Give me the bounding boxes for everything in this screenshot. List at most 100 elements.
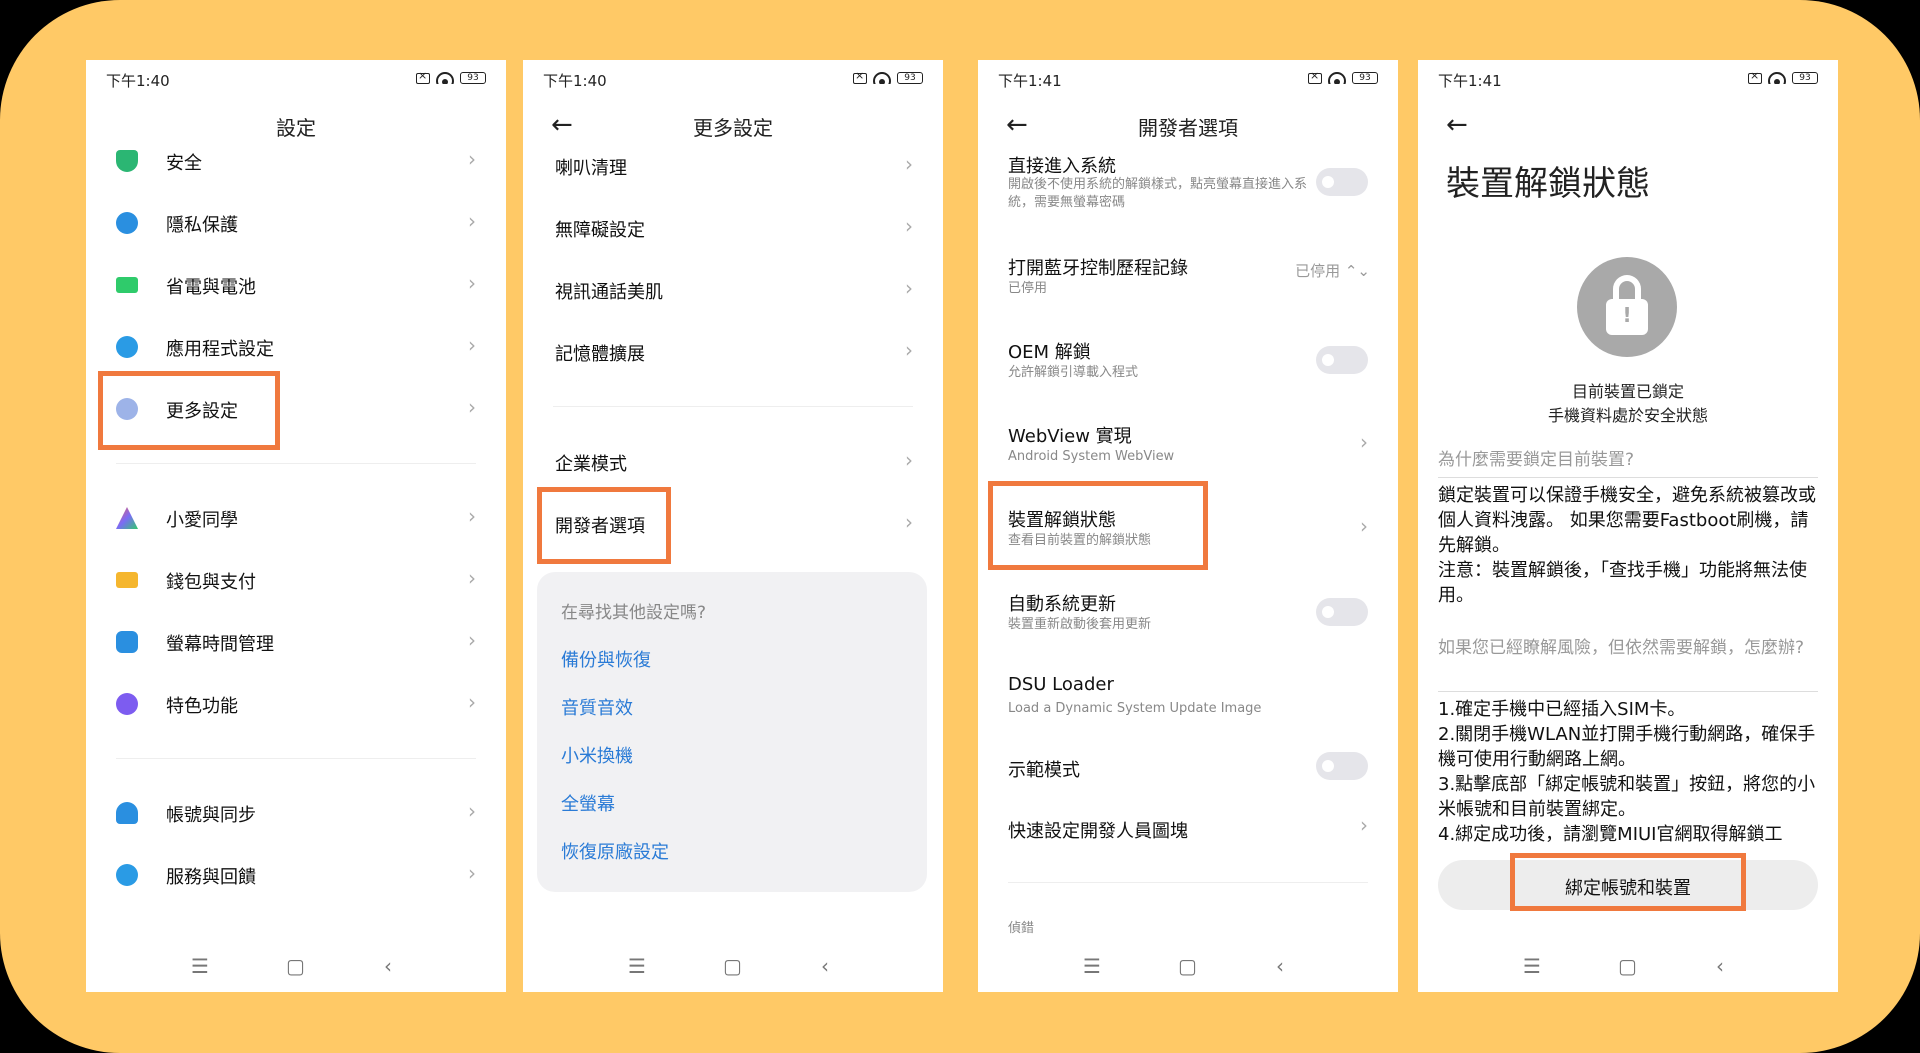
back-icon[interactable]: ‹ bbox=[1716, 954, 1724, 978]
wifi-icon bbox=[436, 72, 454, 84]
more-item-label: 無障礙設定 bbox=[555, 220, 645, 241]
more-item-enterprise[interactable]: 企業模式 › bbox=[523, 438, 943, 486]
dev-item-direct-boot[interactable]: 直接進入系統 開啟後不使用系統的解鎖樣式，點亮螢幕直接進入系統，需要無螢幕密碼 bbox=[978, 152, 1398, 222]
settings-item-privacy[interactable]: 隱私保護 › bbox=[86, 199, 506, 247]
title-bar: ← 更多設定 bbox=[523, 106, 943, 146]
settings-item-screen-time[interactable]: 螢幕時間管理 › bbox=[86, 618, 506, 666]
battery-icon bbox=[116, 277, 138, 293]
suggest-link-fullscreen[interactable]: 全螢幕 bbox=[561, 790, 615, 816]
suggest-link-factory-reset[interactable]: 恢復原廠設定 bbox=[561, 838, 669, 864]
step-3: 3.點擊底部「綁定帳號和裝置」按鈕，將您的小米帳號和目前裝置綁定。 bbox=[1438, 774, 1816, 820]
toggle-switch[interactable] bbox=[1316, 598, 1368, 626]
home-icon[interactable]: ▢ bbox=[286, 954, 305, 978]
chevron-right-icon: › bbox=[1360, 514, 1368, 538]
dev-item-auto-update[interactable]: 自動系統更新 裝置重新啟動後套用更新 bbox=[978, 590, 1398, 646]
menu-icon[interactable]: ☰ bbox=[1523, 954, 1541, 978]
more-item-memory-extension[interactable]: 記憶體擴展 › bbox=[523, 328, 943, 376]
chevron-right-icon: › bbox=[468, 690, 476, 714]
dev-item-quick-tiles[interactable]: 快速設定開發人員圖塊 › bbox=[978, 813, 1398, 857]
dev-item-bluetooth-log[interactable]: 打開藍牙控制歷程記錄 已停用 已停用 ⌃⌄ bbox=[978, 254, 1398, 310]
dev-item-subtitle: 允許解鎖引導載入程式 bbox=[1008, 365, 1139, 380]
dev-item-webview[interactable]: WebView 實現 Android System WebView › bbox=[978, 422, 1398, 478]
highlight-box bbox=[1510, 853, 1746, 911]
more-item-label: 記憶體擴展 bbox=[555, 344, 645, 365]
settings-item-wallet[interactable]: 錢包與支付 › bbox=[86, 556, 506, 604]
hourglass-icon bbox=[116, 631, 138, 653]
home-icon[interactable]: ▢ bbox=[723, 954, 742, 978]
status-bar: 下午1:41 93 bbox=[1418, 69, 1838, 92]
toggle-switch[interactable] bbox=[1316, 346, 1368, 374]
assistant-icon bbox=[116, 507, 138, 529]
dev-item-title: DSU Loader bbox=[1008, 674, 1114, 695]
toggle-switch[interactable] bbox=[1316, 168, 1368, 196]
back-icon[interactable]: ‹ bbox=[821, 954, 829, 978]
dev-item-title: 自動系統更新 bbox=[1008, 594, 1116, 615]
settings-item-apps[interactable]: 應用程式設定 › bbox=[86, 323, 506, 371]
dev-item-subtitle: Android System WebView bbox=[1008, 449, 1175, 464]
settings-item-label: 應用程式設定 bbox=[166, 339, 274, 360]
back-icon[interactable]: ‹ bbox=[1276, 954, 1284, 978]
title-bar: ← bbox=[1418, 106, 1838, 146]
status-time: 下午1:40 bbox=[106, 72, 170, 90]
settings-item-label: 隱私保護 bbox=[166, 215, 238, 236]
settings-item-help[interactable]: 服務與回饋 › bbox=[86, 851, 506, 899]
dev-item-dsu-loader[interactable]: DSU Loader Load a Dynamic System Update … bbox=[978, 674, 1398, 730]
chevron-right-icon: › bbox=[468, 799, 476, 823]
suggest-link-audio[interactable]: 音質音效 bbox=[561, 694, 633, 720]
settings-item-account[interactable]: 帳號與同步 › bbox=[86, 789, 506, 837]
page-title: 更多設定 bbox=[693, 116, 773, 140]
highlight-box bbox=[98, 371, 280, 450]
chevron-right-icon: › bbox=[905, 510, 913, 534]
dev-item-title: OEM 解鎖 bbox=[1008, 342, 1091, 363]
suggest-link-backup[interactable]: 備份與恢復 bbox=[561, 646, 651, 672]
menu-icon[interactable]: ☰ bbox=[191, 954, 209, 978]
sim-icon bbox=[416, 69, 430, 84]
settings-item-battery[interactable]: 省電與電池 › bbox=[86, 261, 506, 309]
more-item-label: 視訊通話美肌 bbox=[555, 282, 663, 303]
nav-bar: ☰ ▢ ‹ bbox=[978, 942, 1398, 992]
step-2: 2.關閉手機WLAN並打開手機行動網路，確保手機可使用行動網路上網。 bbox=[1438, 724, 1816, 770]
back-arrow-icon[interactable]: ← bbox=[1446, 110, 1468, 140]
highlight-box bbox=[537, 487, 671, 564]
back-icon[interactable]: ‹ bbox=[384, 954, 392, 978]
settings-item-label: 錢包與支付 bbox=[166, 572, 256, 593]
menu-icon[interactable]: ☰ bbox=[1083, 954, 1101, 978]
chevron-right-icon: › bbox=[468, 333, 476, 357]
dev-item-title: 快速設定開發人員圖塊 bbox=[1008, 821, 1188, 842]
home-icon[interactable]: ▢ bbox=[1178, 954, 1197, 978]
dev-item-demo-mode[interactable]: 示範模式 bbox=[978, 752, 1398, 796]
chevron-right-icon: › bbox=[468, 861, 476, 885]
suggest-link-mi-mover[interactable]: 小米換機 bbox=[561, 742, 633, 768]
settings-item-features[interactable]: 特色功能 › bbox=[86, 680, 506, 728]
lock-icon: ! bbox=[1577, 257, 1677, 357]
dropdown-value[interactable]: 已停用 ⌃⌄ bbox=[1295, 260, 1370, 281]
chevron-right-icon: › bbox=[468, 395, 476, 419]
more-settings-screen: 下午1:40 93 ← 更多設定 喇叭清理 › 無障礙設定 › 視訊通話美肌 ›… bbox=[523, 60, 943, 992]
wifi-icon bbox=[873, 72, 891, 84]
chevron-right-icon: › bbox=[1360, 430, 1368, 454]
dev-item-oem-unlock[interactable]: OEM 解鎖 允許解鎖引導載入程式 bbox=[978, 338, 1398, 394]
shield-icon bbox=[116, 150, 138, 172]
toggle-switch[interactable] bbox=[1316, 752, 1368, 780]
dev-item-subtitle: Load a Dynamic System Update Image bbox=[1008, 701, 1262, 716]
help-icon bbox=[116, 864, 138, 886]
dev-item-title: 示範模式 bbox=[1008, 760, 1080, 781]
menu-icon[interactable]: ☰ bbox=[628, 954, 646, 978]
divider bbox=[1438, 477, 1818, 478]
settings-item-security[interactable]: 安全 › bbox=[86, 137, 506, 185]
chevron-right-icon: › bbox=[905, 214, 913, 238]
more-item-video-beauty[interactable]: 視訊通話美肌 › bbox=[523, 266, 943, 314]
device-unlock-status-screen: 下午1:41 93 ← 裝置解鎖狀態 ! 目前裝置已鎖定 手機資料處於安全狀態 … bbox=[1418, 60, 1838, 992]
settings-item-label: 螢幕時間管理 bbox=[166, 634, 274, 655]
settings-item-label: 安全 bbox=[166, 153, 202, 174]
more-item-speaker-clean[interactable]: 喇叭清理 › bbox=[523, 142, 943, 190]
status-time: 下午1:41 bbox=[998, 72, 1062, 90]
home-icon[interactable]: ▢ bbox=[1618, 954, 1637, 978]
settings-item-assistant[interactable]: 小愛同學 › bbox=[86, 494, 506, 542]
settings-screen: 下午1:40 93 設定 安全 › 隱私保護 › 省電與電池 › bbox=[86, 60, 506, 992]
settings-item-label: 小愛同學 bbox=[166, 510, 238, 531]
how-heading: 如果您已經瞭解風險，但依然需要解鎖，怎麼辦? bbox=[1438, 638, 1805, 658]
suggestion-card: 在尋找其他設定嗎? 備份與恢復 音質音效 小米換機 全螢幕 恢復原廠設定 bbox=[537, 572, 927, 892]
more-item-accessibility[interactable]: 無障礙設定 › bbox=[523, 204, 943, 252]
chevron-right-icon: › bbox=[468, 209, 476, 233]
